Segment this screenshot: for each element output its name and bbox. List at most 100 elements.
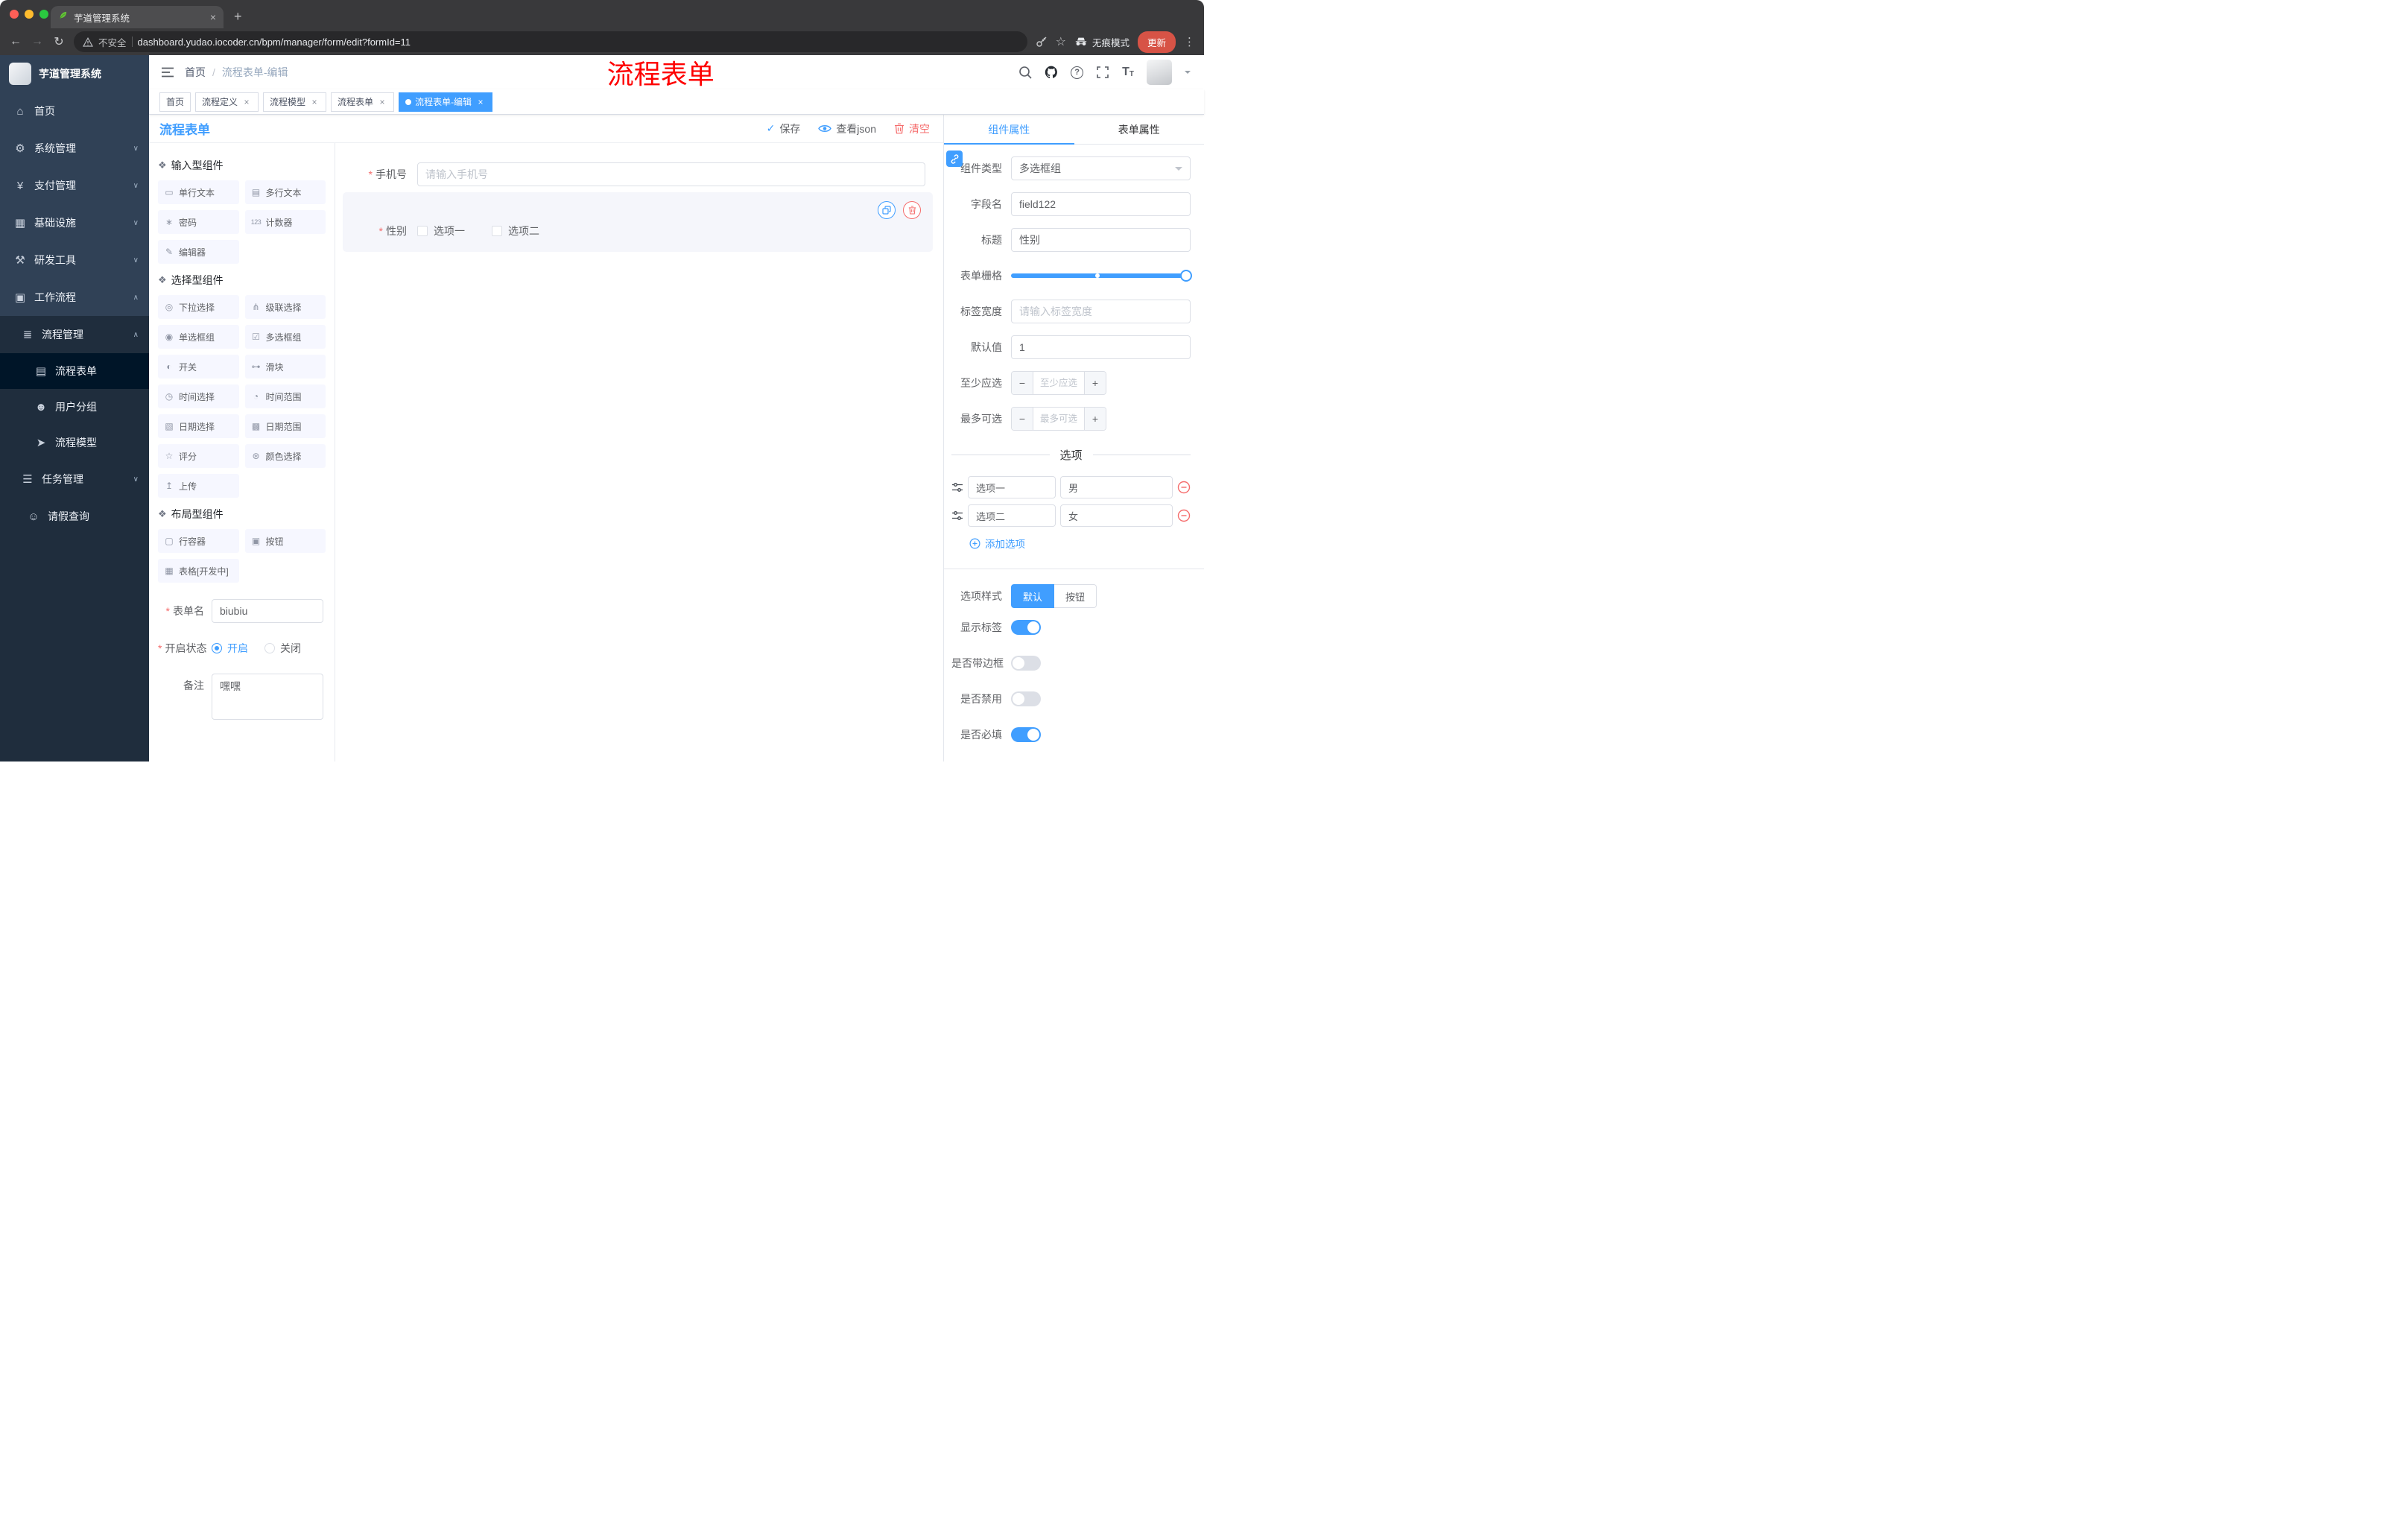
drag-handle-icon[interactable] <box>951 510 963 521</box>
save-button[interactable]: 保存 <box>767 121 800 136</box>
tag-close-icon[interactable] <box>309 97 320 107</box>
required-toggle[interactable] <box>1011 727 1041 742</box>
palette-item-switch[interactable]: ◐ 开关 <box>158 355 239 379</box>
option-label-input[interactable] <box>968 476 1056 498</box>
window-maximize-button[interactable] <box>39 10 48 19</box>
sidebar-item-user-group[interactable]: ☻ 用户分组 <box>0 389 149 425</box>
min-decrease-button[interactable]: − <box>1012 372 1033 394</box>
window-minimize-button[interactable] <box>25 10 34 19</box>
clear-button[interactable]: 清空 <box>894 121 930 136</box>
avatar-caret-icon[interactable] <box>1185 71 1191 77</box>
forward-button[interactable]: → <box>31 35 44 48</box>
tag-home[interactable]: 首页 <box>159 92 191 112</box>
add-option-button[interactable]: 添加选项 <box>969 536 1191 551</box>
palette-item-select[interactable]: ◎ 下拉选择 <box>158 295 239 319</box>
field-name-input[interactable] <box>1011 192 1191 216</box>
sidebar-item-workflow[interactable]: ▣ 工作流程 ∧ <box>0 279 149 316</box>
sidebar-item-task-mgmt[interactable]: ☰ 任务管理 ∨ <box>0 460 149 498</box>
disabled-toggle[interactable] <box>1011 691 1041 706</box>
view-json-button[interactable]: 查看json <box>818 121 876 136</box>
browser-menu-icon[interactable]: ⋮ <box>1184 35 1195 48</box>
palette-item-multi-text[interactable]: ▤ 多行文本 <box>244 180 326 204</box>
border-toggle[interactable] <box>1011 656 1041 671</box>
tab-form-props[interactable]: 表单属性 <box>1074 115 1205 144</box>
sidebar-item-system-mgmt[interactable]: ⚙ 系统管理 ∨ <box>0 130 149 167</box>
form-canvas[interactable]: 手机号 <box>335 143 943 762</box>
copy-component-button[interactable] <box>878 201 896 219</box>
option-style-button-button[interactable]: 按钮 <box>1054 584 1097 608</box>
breadcrumb-home[interactable]: 首页 <box>185 65 206 80</box>
option-label-input[interactable] <box>968 504 1056 527</box>
palette-item-counter[interactable]: 123 计数器 <box>244 210 326 234</box>
sidebar-item-home[interactable]: ⌂ 首页 <box>0 92 149 130</box>
sidebar-item-process-model[interactable]: ➤ 流程模型 <box>0 425 149 460</box>
palette-item-single-text[interactable]: ▭ 单行文本 <box>158 180 239 204</box>
github-icon[interactable] <box>1045 66 1058 79</box>
label-width-input[interactable] <box>1011 300 1191 323</box>
tag-process-form[interactable]: 流程表单 <box>331 92 395 112</box>
remark-textarea[interactable]: 嘿嘿 <box>212 674 323 720</box>
min-select-input[interactable] <box>1033 372 1084 394</box>
checkbox-box[interactable] <box>417 226 428 236</box>
sidebar-item-process-mgmt[interactable]: ≣ 流程管理 ∧ <box>0 316 149 353</box>
palette-item-slider[interactable]: ⊶ 滑块 <box>244 355 326 379</box>
slider-handle[interactable] <box>1180 270 1192 282</box>
palette-item-upload[interactable]: ↥ 上传 <box>158 474 239 498</box>
new-tab-button[interactable]: + <box>234 9 242 25</box>
sidebar-item-payment-mgmt[interactable]: ¥ 支付管理 ∨ <box>0 167 149 204</box>
option-value-input[interactable] <box>1060 476 1173 498</box>
gender-option-2-checkbox[interactable]: 选项二 <box>492 224 539 238</box>
show-label-toggle[interactable] <box>1011 620 1041 635</box>
component-type-select[interactable]: 多选框组 <box>1011 156 1191 180</box>
palette-item-time-picker[interactable]: ◷ 时间选择 <box>158 384 239 408</box>
sidebar-item-leave-query[interactable]: ☺ 请假查询 <box>0 498 149 535</box>
status-on-radio[interactable]: 开启 <box>212 641 248 656</box>
status-off-radio[interactable]: 关闭 <box>264 641 301 656</box>
palette-item-table[interactable]: ▦ 表格[开发中] <box>158 559 239 583</box>
back-button[interactable]: ← <box>9 35 22 48</box>
search-icon[interactable] <box>1018 66 1032 79</box>
tag-process-form-edit[interactable]: 流程表单-编辑 <box>399 92 493 112</box>
palette-item-date-picker[interactable]: ▧ 日期选择 <box>158 414 239 438</box>
gender-option-1-checkbox[interactable]: 选项一 <box>417 224 465 238</box>
palette-item-button[interactable]: ▣ 按钮 <box>244 529 326 553</box>
palette-item-rate[interactable]: ☆ 评分 <box>158 444 239 468</box>
form-name-input[interactable] <box>212 599 323 623</box>
option-style-default-button[interactable]: 默认 <box>1011 584 1055 608</box>
sidebar-item-infrastructure[interactable]: ▦ 基础设施 ∨ <box>0 204 149 241</box>
max-decrease-button[interactable]: − <box>1012 408 1033 430</box>
phone-input[interactable] <box>417 162 925 186</box>
selected-component-gender[interactable]: 性别 选项一 选项二 <box>343 192 933 252</box>
fullscreen-icon[interactable] <box>1096 66 1109 79</box>
remove-option-button[interactable] <box>1177 481 1191 494</box>
palette-item-checkbox-group[interactable]: ☑ 多选框组 <box>244 325 326 349</box>
window-close-button[interactable] <box>10 10 19 19</box>
update-button[interactable]: 更新 <box>1137 31 1176 53</box>
option-value-input[interactable] <box>1060 504 1173 527</box>
form-grid-slider[interactable] <box>1011 264 1192 288</box>
palette-item-row-container[interactable]: ▢ 行容器 <box>158 529 239 553</box>
delete-component-button[interactable] <box>903 201 921 219</box>
tab-close-icon[interactable]: × <box>210 11 216 23</box>
address-bar[interactable]: 不安全 dashboard.yudao.iocoder.cn/bpm/manag… <box>74 31 1027 52</box>
checkbox-box[interactable] <box>492 226 502 236</box>
palette-item-cascader[interactable]: ⋔ 级联选择 <box>244 295 326 319</box>
reload-button[interactable]: ↻ <box>52 34 66 49</box>
tag-close-icon[interactable] <box>241 97 252 107</box>
tag-process-definition[interactable]: 流程定义 <box>195 92 259 112</box>
palette-item-radio-group[interactable]: ◉ 单选框组 <box>158 325 239 349</box>
palette-item-time-range[interactable]: ◔ 时间范围 <box>244 384 326 408</box>
palette-item-color-picker[interactable]: ⊛ 颜色选择 <box>244 444 326 468</box>
bookmark-star-icon[interactable]: ☆ <box>1056 34 1066 49</box>
palette-item-password[interactable]: ∗ 密码 <box>158 210 239 234</box>
help-icon[interactable]: ? <box>1071 66 1084 79</box>
font-size-icon[interactable] <box>1122 66 1134 78</box>
title-input[interactable] <box>1011 228 1191 252</box>
browser-tab[interactable]: 芋道管理系统 × <box>51 6 224 28</box>
sidebar-item-dev-tools[interactable]: ⚒ 研发工具 ∨ <box>0 241 149 279</box>
tag-close-icon[interactable] <box>475 97 486 107</box>
password-key-icon[interactable] <box>1036 36 1048 48</box>
sidebar-item-process-form[interactable]: ▤ 流程表单 <box>0 353 149 389</box>
max-increase-button[interactable]: + <box>1084 408 1106 430</box>
palette-item-date-range[interactable]: ▩ 日期范围 <box>244 414 326 438</box>
